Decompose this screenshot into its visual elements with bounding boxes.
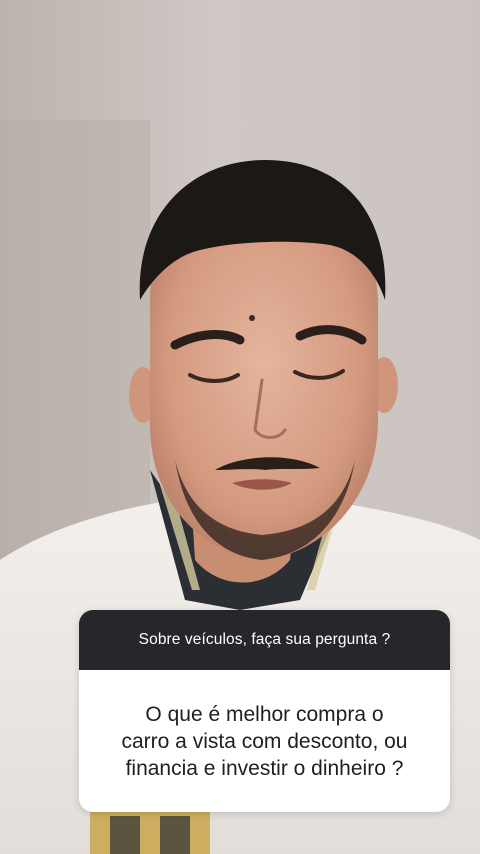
question-sticker-prompt: Sobre veículos, faça sua pergunta ? bbox=[79, 610, 450, 670]
question-sticker-text: O que é melhor compra o carro a vista co… bbox=[121, 702, 408, 780]
question-sticker-body: O que é melhor compra o carro a vista co… bbox=[79, 670, 450, 812]
question-sticker[interactable]: Sobre veículos, faça sua pergunta ? O qu… bbox=[79, 610, 450, 812]
